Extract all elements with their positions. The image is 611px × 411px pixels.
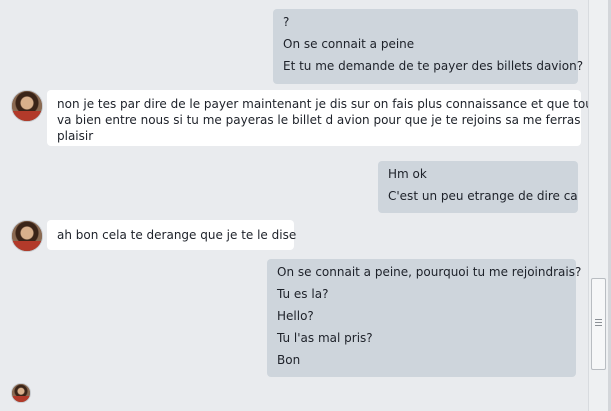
- message-text: On se connait a peine: [283, 37, 415, 51]
- message-text: C'est un peu etrange de dire ca: [388, 189, 578, 203]
- message-text: ah bon cela te derange que je te le dise: [57, 228, 297, 242]
- message-text: ?: [283, 15, 290, 29]
- outgoing-message-group: On se connait a peine, pourquoi tu me re…: [267, 259, 582, 377]
- outgoing-message-group: Hm ok C'est un peu etrange de dire ca: [378, 161, 578, 213]
- incoming-message: non je tes par dire de le payer maintena…: [47, 90, 598, 146]
- outgoing-message-group: ? On se connait a peine Et tu me demande…: [273, 9, 584, 84]
- scrollbar-thumb[interactable]: [591, 278, 606, 370]
- message-text: Tu es la?: [277, 287, 329, 301]
- chat-area: ? On se connait a peine Et tu me demande…: [0, 0, 598, 411]
- message-text: Et tu me demande de te payer des billets…: [283, 59, 584, 73]
- message-text: Hello?: [277, 309, 314, 323]
- incoming-message: ah bon cela te derange que je te le dise: [47, 220, 297, 250]
- message-text: On se connait a peine, pourquoi tu me re…: [277, 265, 582, 279]
- chat-scrollbar[interactable]: [588, 0, 609, 411]
- message-text: Bon: [277, 353, 301, 367]
- contact-avatar[interactable]: [11, 220, 43, 252]
- contact-avatar[interactable]: [11, 90, 43, 122]
- message-text: va bien entre nous si tu me payeras le b…: [57, 113, 581, 127]
- message-text: Hm ok: [388, 167, 427, 181]
- message-text: plaisir: [57, 129, 94, 143]
- seen-indicator-avatar: [11, 383, 31, 403]
- message-text: Tu l'as mal pris?: [277, 331, 373, 345]
- message-text: non je tes par dire de le payer maintena…: [57, 97, 598, 111]
